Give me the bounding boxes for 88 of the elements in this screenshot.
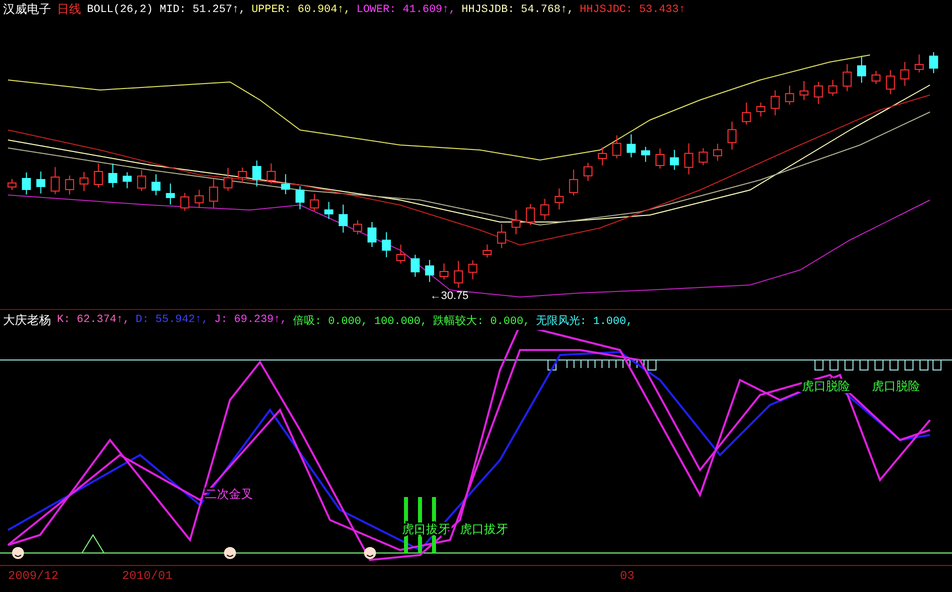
candlestick — [770, 90, 780, 116]
candlestick — [368, 221, 376, 248]
indicator-reading: LOWER: 41.609↑, — [356, 4, 456, 16]
candlestick — [266, 162, 276, 184]
candlestick — [180, 192, 190, 212]
candlestick — [137, 170, 146, 192]
candlestick — [872, 70, 880, 84]
candlestick — [440, 262, 448, 280]
candlestick — [800, 80, 808, 100]
indicator-reading: D: 55.942↑, — [136, 314, 208, 326]
period-label: 日线 — [57, 1, 81, 18]
indicator-reading: 无限风光: 1.000, — [536, 314, 633, 328]
candlestick — [814, 81, 823, 104]
indicator-reading: BOLL(26,2) MID: 51.257↑, — [87, 4, 246, 16]
candlestick — [310, 193, 319, 212]
candlestick — [914, 54, 924, 73]
candlestick — [584, 162, 592, 182]
candlestick — [842, 64, 852, 92]
candlestick — [756, 102, 766, 118]
candlestick — [425, 259, 434, 282]
candlestick — [526, 203, 535, 226]
candlestick — [886, 70, 895, 95]
candlestick — [929, 52, 938, 74]
candlestick — [338, 204, 348, 234]
candlestick — [224, 167, 232, 192]
indicator-reading: 跌幅较大: 0.000, — [433, 314, 530, 328]
candlestick — [569, 169, 578, 196]
date-label: 2010/01 — [122, 569, 172, 584]
indicator-reading: UPPER: 60.904↑, — [251, 4, 350, 16]
candlestick — [281, 174, 290, 195]
candlestick — [238, 167, 247, 183]
candlestick — [670, 149, 679, 170]
candlestick — [65, 175, 74, 196]
candlestick — [108, 162, 118, 188]
candlestick — [728, 121, 736, 150]
smiley-icon — [364, 547, 376, 560]
low-price-annotation: ←30.75 — [430, 290, 469, 302]
candlestick — [410, 254, 420, 278]
candlestick — [900, 61, 910, 86]
candlestick — [468, 260, 478, 280]
candlestick — [482, 244, 492, 258]
candlestick — [382, 232, 391, 258]
signal-label: 虎口拔牙 — [460, 522, 508, 536]
candlestick — [554, 188, 564, 210]
indicator-reading: HHJSJDC: 53.433↑ — [580, 4, 686, 16]
date-label: 03 — [620, 569, 634, 584]
date-label: 2009/12 — [8, 569, 58, 584]
candlestick — [612, 134, 622, 159]
candlestick — [641, 146, 650, 162]
candlestick — [828, 79, 838, 96]
indicator-reading: 倍吸: 0.000, 100.000, — [292, 314, 428, 328]
candlestick — [80, 171, 88, 192]
indicator-name: 大庆老杨 — [3, 312, 51, 329]
signal-label: 虎口脱险 — [872, 379, 920, 394]
candlestick — [857, 55, 866, 84]
indicator-reading: J: 69.239↑, — [214, 314, 287, 326]
candlestick — [296, 186, 304, 210]
candlestick — [152, 174, 160, 196]
candlestick — [122, 172, 132, 189]
candlestick — [497, 224, 506, 249]
indicator-reading: HHJSJDB: 54.768↑, — [462, 4, 574, 16]
candlestick — [252, 160, 262, 187]
candlestick — [626, 134, 636, 158]
candlestick — [194, 189, 204, 208]
smiley-icon — [224, 547, 236, 560]
candlestick — [684, 142, 694, 175]
candlestick — [512, 210, 520, 235]
candlestick — [50, 166, 60, 195]
candlestick — [742, 102, 751, 126]
candlestick — [454, 260, 463, 288]
candlestick — [713, 143, 722, 162]
candlestick — [94, 162, 103, 188]
candlestick — [324, 201, 334, 220]
smiley-icon — [12, 547, 24, 560]
candlestick — [656, 148, 664, 169]
candlestick — [540, 198, 550, 220]
candlestick — [209, 178, 218, 209]
candlestick — [698, 148, 708, 166]
candlestick — [598, 146, 607, 166]
candlestick — [36, 171, 46, 194]
candlestick — [22, 172, 31, 195]
candlestick — [353, 220, 362, 235]
candlestick — [785, 85, 794, 106]
indicator-reading: K: 62.374↑, — [57, 314, 130, 326]
candlestick — [166, 183, 175, 205]
candlestick — [396, 244, 406, 264]
stock-name: 汉威电子 — [3, 1, 51, 18]
candlestick — [8, 178, 16, 190]
